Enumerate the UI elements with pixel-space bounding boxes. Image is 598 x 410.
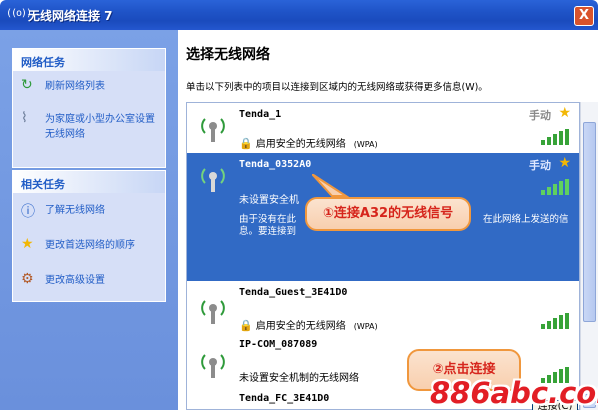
preferred-star-icon: ★	[558, 105, 571, 121]
refresh-icon: ↻	[21, 77, 33, 93]
change-advanced-settings-label: 更改高级设置	[45, 275, 105, 286]
network-list-scrollbar[interactable]: ▼	[580, 102, 598, 410]
signal-strength-icon	[541, 129, 569, 145]
lock-icon: 🔒	[239, 319, 253, 332]
preferred-star-icon: ★	[558, 155, 571, 171]
change-advanced-settings-link[interactable]: ⚙ 更改高级设置	[13, 271, 165, 287]
learn-wireless-link[interactable]: ⓘ 了解无线网络	[13, 201, 165, 220]
page-title: 选择无线网络	[186, 47, 270, 63]
related-tasks-title: 相关任务	[13, 171, 165, 193]
network-tasks-title: 网络任务	[13, 49, 165, 71]
network-ssid: Tenda_FC_3E41D0	[239, 393, 330, 404]
network-security: 🔒 启用安全的无线网络 (WPA)	[239, 317, 378, 332]
related-tasks-panel: 相关任务 ⓘ 了解无线网络 ★ 更改首选网络的顺序 ⚙ 更改高级设置	[12, 170, 166, 302]
star-icon: ★	[21, 236, 34, 252]
wireless-antenna-icon	[201, 168, 225, 192]
connection-mode: 手动	[529, 159, 551, 172]
callout-connect-a32: ①连接A32的无线信号	[305, 197, 471, 231]
network-ssid: Tenda_1	[239, 109, 282, 120]
task-pane: 网络任务 ↻ 刷新网络列表 ⌇ 为家庭或小型办公室设置无线网络 相关任务 ⓘ 了…	[0, 30, 178, 410]
refresh-network-list-label: 刷新网络列表	[45, 81, 105, 92]
network-detail-line1-right: 在此网络上发送的信	[483, 214, 569, 225]
security-type: (WPA)	[353, 322, 378, 331]
learn-wireless-label: 了解无线网络	[45, 205, 105, 216]
change-preferred-order-link[interactable]: ★ 更改首选网络的顺序	[13, 236, 165, 252]
network-security: 未设置安全机	[239, 195, 299, 206]
security-type: (WPA)	[353, 140, 378, 149]
setup-network-icon: ⌇	[21, 110, 28, 126]
signal-strength-icon	[541, 179, 569, 195]
refresh-network-list-link[interactable]: ↻ 刷新网络列表	[13, 77, 165, 93]
network-security: 🔒 启用安全的无线网络 (WPA)	[239, 135, 378, 150]
info-icon: ⓘ	[21, 204, 35, 220]
wireless-antenna-icon	[201, 300, 225, 324]
scrollbar-thumb[interactable]	[583, 122, 596, 322]
network-ssid: Tenda_0352A0	[239, 159, 312, 170]
setup-wireless-network-link[interactable]: ⌇ 为家庭或小型办公室设置无线网络	[13, 110, 165, 140]
network-item[interactable]: Tenda_1 手动 ★ 🔒 启用安全的无线网络 (WPA)	[187, 103, 579, 151]
network-ssid: Tenda_Guest_3E41D0	[239, 287, 348, 298]
wireless-antenna-icon	[201, 354, 225, 378]
watermark: 886abc.com	[430, 376, 598, 410]
security-label: 启用安全的无线网络	[255, 139, 346, 150]
network-item[interactable]: Tenda_Guest_3E41D0 🔒 启用安全的无线网络 (WPA)	[187, 283, 579, 335]
network-security: 未设置安全机制的无线网络	[239, 373, 359, 384]
close-button[interactable]: X	[574, 6, 594, 26]
change-preferred-order-label: 更改首选网络的顺序	[45, 240, 135, 251]
security-label: 启用安全的无线网络	[255, 321, 346, 332]
title-bar: ((o)) 无线网络连接 7 X	[0, 0, 598, 30]
network-tasks-panel: 网络任务 ↻ 刷新网络列表 ⌇ 为家庭或小型办公室设置无线网络	[12, 48, 166, 168]
network-detail-line2: 息。要连接到	[239, 226, 297, 237]
wireless-antenna-icon	[201, 118, 225, 142]
lock-icon: 🔒	[239, 137, 253, 150]
setup-wireless-network-label: 为家庭或小型办公室设置无线网络	[45, 114, 155, 140]
page-description: 单击以下列表中的项目以连接到区域内的无线网络或获得更多信息(W)。	[186, 82, 488, 93]
network-ssid: IP-COM_087089	[239, 339, 318, 350]
settings-icon: ⚙	[21, 271, 34, 287]
window-title: 无线网络连接 7	[28, 9, 113, 23]
connection-mode: 手动	[529, 109, 551, 122]
signal-strength-icon	[541, 313, 569, 329]
